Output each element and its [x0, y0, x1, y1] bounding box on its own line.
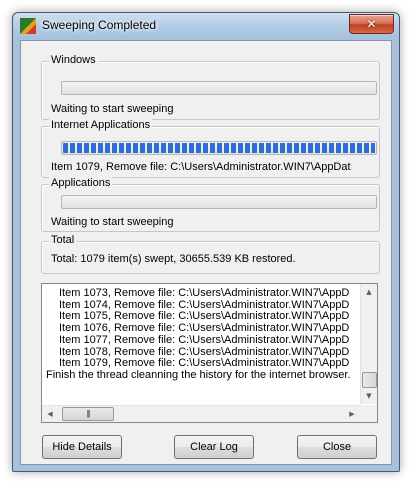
title-bar[interactable]: Sweeping Completed ✕ — [13, 13, 399, 39]
total-summary: Total: 1079 item(s) swept, 30655.539 KB … — [51, 253, 296, 265]
scroll-up-arrow-icon[interactable]: ▲ — [361, 284, 377, 300]
total-group-label: Total — [49, 234, 77, 247]
dialog-client-area: Windows Waiting to start sweeping Intern… — [20, 40, 392, 465]
horizontal-scroll-thumb[interactable]: ||| — [62, 407, 114, 421]
scrollbar-corner — [360, 405, 377, 422]
log-list[interactable]: Item 1073, Remove file: C:\Users\Adminis… — [41, 283, 378, 423]
scroll-right-arrow-icon[interactable]: ▶ — [344, 406, 360, 422]
vertical-scroll-thumb[interactable] — [362, 372, 377, 388]
clear-log-button[interactable]: Clear Log — [174, 435, 254, 459]
hide-details-button[interactable]: Hide Details — [42, 435, 122, 459]
internet-status: Item 1079, Remove file: C:\Users\Adminis… — [51, 161, 351, 173]
log-lines: Item 1073, Remove file: C:\Users\Adminis… — [46, 288, 360, 402]
applications-status: Waiting to start sweeping — [51, 216, 174, 228]
applications-progress-bar — [61, 195, 377, 209]
scroll-left-arrow-icon[interactable]: ◀ — [42, 406, 58, 422]
windows-progress-bar — [61, 81, 377, 95]
log-line-final: Finish the thread cleanning the history … — [46, 368, 351, 381]
internet-progress-fill — [63, 143, 375, 153]
dialog-window: Sweeping Completed ✕ Windows Waiting to … — [12, 12, 400, 472]
log-horizontal-scrollbar[interactable]: ◀ ||| ▶ — [42, 405, 360, 422]
log-vertical-scrollbar[interactable]: ▲ ▼ — [360, 284, 377, 404]
close-button[interactable]: Close — [297, 435, 377, 459]
windows-status: Waiting to start sweeping — [51, 103, 174, 115]
internet-applications-group-label: Internet Applications — [49, 119, 153, 132]
window-title: Sweeping Completed — [42, 18, 157, 32]
internet-progress-bar — [61, 141, 377, 155]
windows-group-label: Windows — [49, 54, 98, 67]
app-icon — [20, 18, 36, 34]
log-line: Item 1073, Remove file: C:\Users\Adminis… — [59, 288, 350, 299]
log-line: Item 1077, Remove file: C:\Users\Adminis… — [59, 333, 350, 346]
close-icon: ✕ — [366, 17, 377, 31]
window-close-button[interactable]: ✕ — [349, 14, 394, 34]
applications-group-label: Applications — [49, 177, 113, 190]
scroll-down-arrow-icon[interactable]: ▼ — [361, 388, 377, 404]
